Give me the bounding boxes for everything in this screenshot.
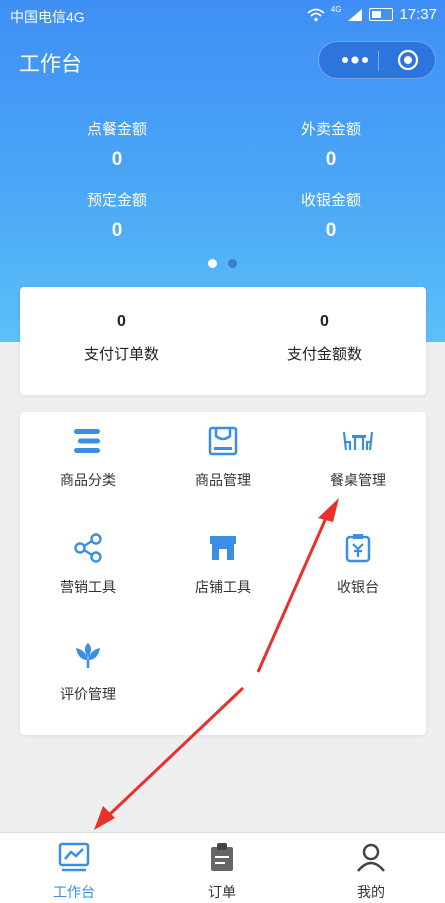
stat-value: 0 bbox=[111, 220, 123, 241]
close-target-icon[interactable] bbox=[397, 49, 419, 71]
carrier-label: 中国电信4G bbox=[10, 9, 85, 25]
tool-product[interactable]: 商品管理 bbox=[155, 426, 291, 516]
miniprogram-capsule bbox=[318, 41, 436, 79]
flower-icon bbox=[76, 643, 100, 668]
tool-category[interactable]: 商品分类 bbox=[20, 426, 156, 516]
tool-store[interactable]: 店铺工具 bbox=[155, 533, 291, 623]
stat-dine-in: 点餐金额 0 bbox=[37, 118, 197, 171]
summary-label: 支付金额数 bbox=[286, 346, 362, 363]
pager-dot-active[interactable] bbox=[208, 259, 217, 268]
annotation-arrowhead-lower bbox=[94, 806, 115, 830]
cashier-icon bbox=[345, 534, 371, 563]
more-icon[interactable] bbox=[335, 48, 375, 72]
status-bar: 中国电信4G 4G 17:37 bbox=[0, 0, 445, 30]
stat-label: 点餐金额 bbox=[86, 121, 147, 138]
tool-review[interactable]: 评价管理 bbox=[20, 640, 156, 730]
tool-label: 评价管理 bbox=[60, 686, 116, 702]
stat-label: 预定金额 bbox=[86, 192, 147, 209]
page-title: 工作台 bbox=[19, 53, 82, 76]
tool-cashier[interactable]: 收银台 bbox=[290, 533, 426, 623]
summary-orders: 0 支付订单数 bbox=[20, 313, 223, 364]
stat-label: 收银金额 bbox=[300, 192, 361, 209]
table-icon bbox=[342, 431, 374, 451]
capsule-divider bbox=[378, 51, 379, 71]
tab-workbench[interactable]: 工作台 bbox=[0, 833, 148, 903]
stat-value: 0 bbox=[325, 220, 337, 241]
summary-value: 0 bbox=[117, 313, 126, 330]
signal-icon bbox=[348, 8, 363, 21]
summary-label: 支付订单数 bbox=[83, 346, 159, 363]
tab-label: 我的 bbox=[357, 884, 385, 900]
stat-reservation: 预定金额 0 bbox=[37, 189, 197, 242]
dashboard-icon bbox=[58, 842, 90, 872]
wifi-icon bbox=[307, 8, 325, 21]
stat-value: 0 bbox=[111, 149, 123, 170]
clock: 17:37 bbox=[399, 6, 437, 23]
tool-label: 收银台 bbox=[337, 579, 379, 595]
tab-bar: 工作台 订单 我的 bbox=[0, 832, 445, 903]
summary-value: 0 bbox=[320, 313, 329, 330]
status-right: 4G 17:37 bbox=[307, 5, 437, 23]
tab-label: 工作台 bbox=[53, 884, 95, 900]
tab-orders[interactable]: 订单 bbox=[148, 833, 296, 903]
pager-dot[interactable] bbox=[228, 259, 237, 268]
category-icon bbox=[74, 429, 100, 453]
user-icon bbox=[357, 843, 385, 872]
tool-label: 商品分类 bbox=[60, 472, 116, 488]
stat-value: 0 bbox=[325, 149, 337, 170]
product-icon bbox=[208, 426, 238, 456]
network-type-label: 4G bbox=[330, 5, 342, 14]
stat-takeout: 外卖金额 0 bbox=[251, 118, 411, 171]
tool-label: 店铺工具 bbox=[195, 579, 251, 595]
battery-icon bbox=[369, 8, 394, 21]
tab-mine[interactable]: 我的 bbox=[297, 833, 445, 903]
tab-label: 订单 bbox=[208, 884, 236, 900]
stat-cashier: 收银金额 0 bbox=[251, 189, 411, 242]
tool-marketing[interactable]: 营销工具 bbox=[20, 533, 156, 623]
share-icon bbox=[74, 533, 102, 563]
tool-label: 餐桌管理 bbox=[330, 472, 386, 488]
summary-amount: 0 支付金额数 bbox=[223, 313, 426, 364]
tool-label: 商品管理 bbox=[195, 472, 251, 488]
tool-label: 营销工具 bbox=[60, 579, 116, 595]
tools-card: 商品分类 商品管理 餐桌管理 营销工具 店铺工具 收银台 评价管理 bbox=[20, 412, 426, 735]
stat-label: 外卖金额 bbox=[300, 121, 361, 138]
store-icon bbox=[210, 536, 236, 560]
tool-table[interactable]: 餐桌管理 bbox=[290, 426, 426, 516]
summary-card: 0 支付订单数 0 支付金额数 bbox=[20, 287, 426, 395]
order-icon bbox=[211, 843, 233, 871]
